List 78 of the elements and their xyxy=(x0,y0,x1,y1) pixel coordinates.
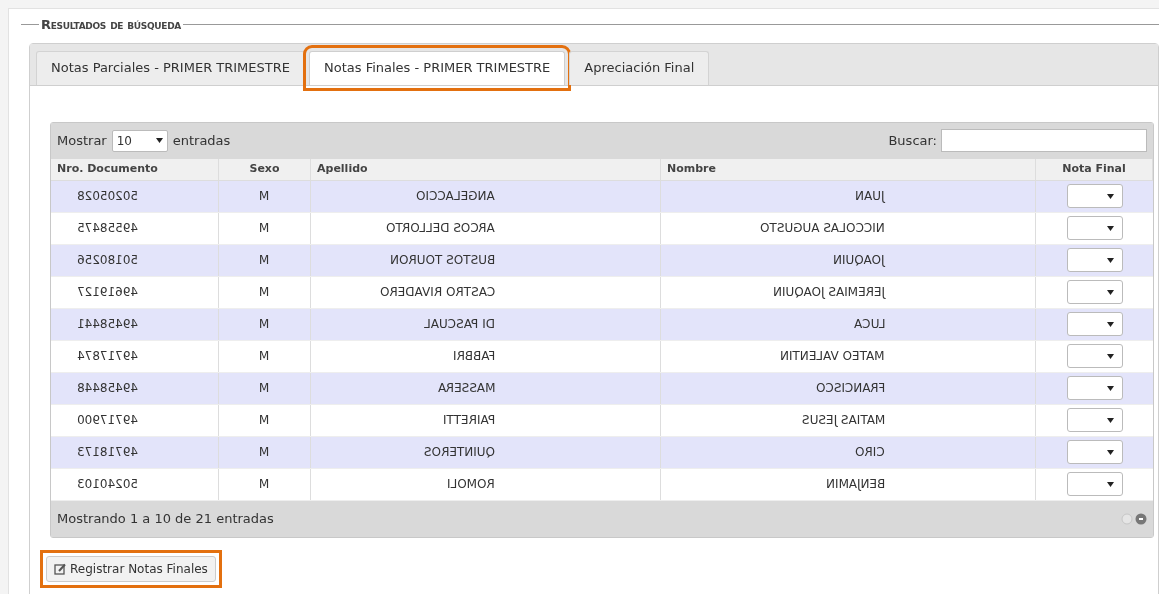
table-cell-text: M xyxy=(259,188,270,205)
table-cell-text: JUAN xyxy=(855,188,885,205)
grade-select[interactable] xyxy=(1066,440,1123,464)
grade-select[interactable] xyxy=(1066,472,1123,496)
grade-select[interactable] xyxy=(1066,280,1123,304)
column-header[interactable]: Nro. Documento xyxy=(51,158,219,180)
column-header[interactable]: Nombre xyxy=(661,158,1036,180)
table-cell-text: M xyxy=(259,316,270,333)
table-cell-text: 49717874 xyxy=(77,348,139,365)
entries-label: entradas xyxy=(172,131,231,150)
table-cell-text: M xyxy=(259,476,270,493)
caret-icon xyxy=(1106,385,1114,391)
grade-select[interactable] xyxy=(1066,344,1123,368)
table-cell-text: ANGELACCIO xyxy=(416,188,495,205)
table-cell-text: CIRO xyxy=(855,444,885,461)
column-header[interactable]: Sexo xyxy=(219,158,311,180)
table-cell-text: JOAQUIN xyxy=(833,252,885,269)
tab[interactable]: Notas Parciales - PRIMER TRIMESTRE xyxy=(36,50,305,85)
table-cell-text: 50205028 xyxy=(77,188,139,205)
table-cell-text: 49717900 xyxy=(77,412,139,429)
grade-select[interactable] xyxy=(1066,184,1123,208)
caret-icon xyxy=(1106,257,1114,263)
tab[interactable]: Apreciación Final xyxy=(569,50,710,85)
table-cell-text: CASTRO RIVADERO xyxy=(379,284,495,301)
caret-icon xyxy=(155,138,163,143)
table-cell-text: M xyxy=(259,252,270,269)
table-cell-text: M xyxy=(259,412,270,429)
next-page-icon[interactable] xyxy=(1135,512,1147,525)
table-cell-text: 49619127 xyxy=(77,284,139,301)
table-cell-text: 49718173 xyxy=(77,444,139,461)
table-cell-text: 49458448 xyxy=(77,380,139,397)
table-cell-text: JEREMIAS JOAQUIN xyxy=(772,284,885,301)
grade-select[interactable] xyxy=(1066,312,1123,336)
table-cell-text: BUSTOS TOURON xyxy=(389,252,495,269)
table-cell-text: DI PASCUAL xyxy=(424,316,495,333)
section-title: Resultados de búsqueda xyxy=(40,16,182,34)
grade-select[interactable] xyxy=(1066,376,1123,400)
search-label: Buscar: xyxy=(888,131,937,150)
register-button[interactable]: Registrar Notas Finales xyxy=(46,555,216,582)
table-cell-text: 50180256 xyxy=(77,252,139,269)
search-field[interactable] xyxy=(941,129,1147,152)
table-cell-text: 49558475 xyxy=(77,220,139,237)
show-label: Mostrar xyxy=(57,131,107,150)
table-cell-text: 49458441 xyxy=(77,316,139,333)
caret-icon xyxy=(1106,321,1114,327)
caret-icon xyxy=(1106,353,1114,359)
table-cell-text: LUCA xyxy=(853,316,885,333)
caret-icon xyxy=(1106,481,1114,487)
caret-icon xyxy=(1106,289,1114,295)
table-cell-text: M xyxy=(259,444,270,461)
table-cell-text: M xyxy=(259,380,270,397)
edit-icon xyxy=(54,562,66,575)
table-cell-text: BENJAMIN xyxy=(825,476,885,493)
table-cell-text: FRANCISCO xyxy=(815,380,885,397)
grade-select[interactable] xyxy=(1066,248,1123,272)
table-cell-text: M xyxy=(259,348,270,365)
caret-icon xyxy=(1106,449,1114,455)
table-cell-text: FABBRI xyxy=(452,348,495,365)
table-cell-text: M xyxy=(259,220,270,237)
table-cell-text: MATEO VALENTIN xyxy=(780,348,885,365)
entries-select[interactable]: 10 xyxy=(111,129,168,152)
table-cell-text: ARCOS DELLORTO xyxy=(386,220,495,237)
table-cell-text: 50240103 xyxy=(77,476,139,493)
table-cell-text: MATIAS JESUS xyxy=(801,412,885,429)
table-cell-text: MASSERA xyxy=(437,380,495,397)
grade-select[interactable] xyxy=(1066,216,1123,240)
table-cell-text: NICCOLAS AUGUSTO xyxy=(760,220,885,237)
grade-select[interactable] xyxy=(1066,408,1123,432)
caret-icon xyxy=(1106,417,1114,423)
caret-icon xyxy=(1106,193,1114,199)
column-header[interactable]: Apellido xyxy=(311,158,661,180)
column-header[interactable]: Nota Final xyxy=(1036,158,1153,180)
table-cell-text: ROMOLI xyxy=(447,476,495,493)
table-cell-text: QUINTEROS xyxy=(423,444,495,461)
caret-icon xyxy=(1106,225,1114,231)
table-cell-text: M xyxy=(259,284,270,301)
table-cell-text: PAIRETTI xyxy=(442,412,495,429)
table-info: Mostrando 1 a 10 de 21 entradas xyxy=(57,509,274,528)
